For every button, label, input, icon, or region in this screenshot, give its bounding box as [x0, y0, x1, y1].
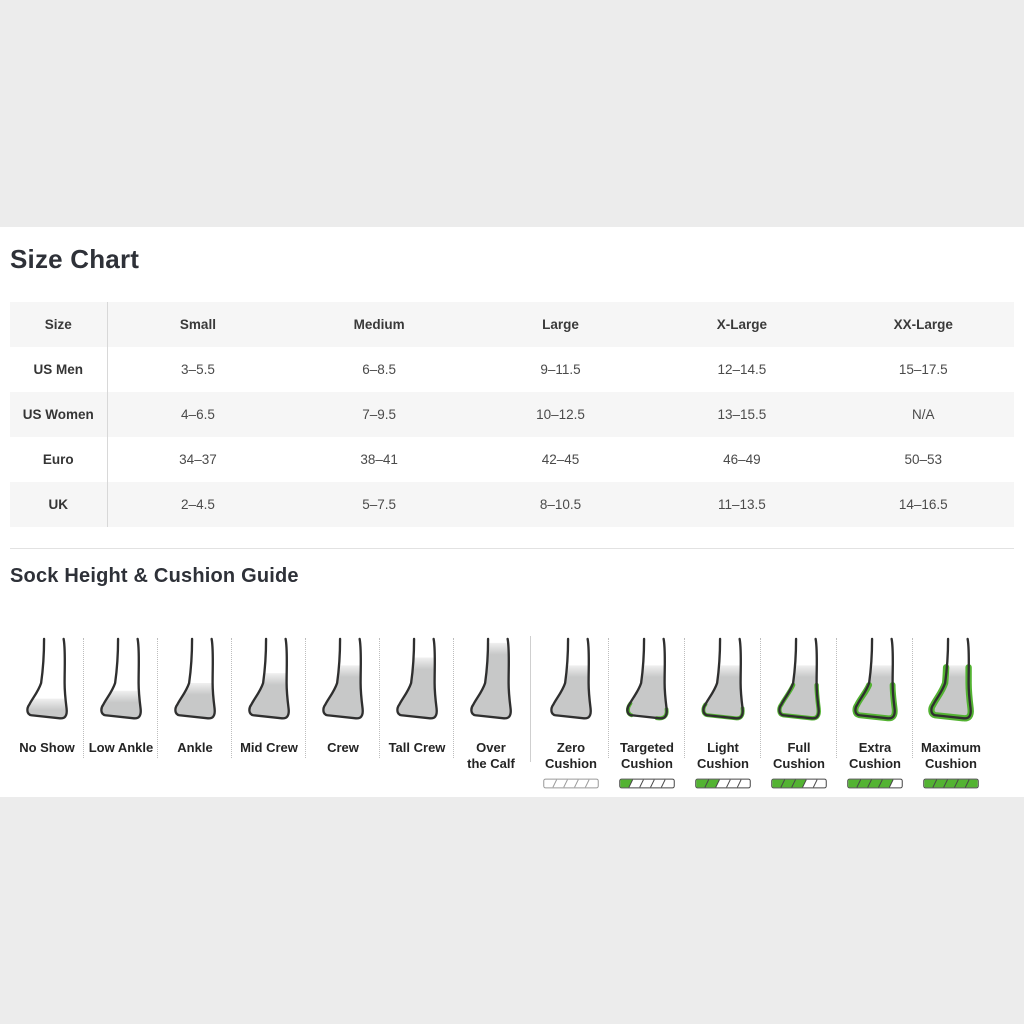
- cushion-level-item: Full Cushion: [761, 636, 837, 789]
- column-header-xx-large: XX-Large: [833, 302, 1014, 347]
- bottom-background-band: [0, 797, 1024, 1024]
- sock-item-label: Over the Calf: [467, 740, 515, 771]
- sock-item-label: Tall Crew: [389, 740, 446, 756]
- size-value-cell: 42–45: [470, 437, 651, 482]
- sock-tall-crew-icon: [390, 636, 444, 731]
- size-value-cell: 8–10.5: [470, 482, 651, 527]
- sock-height-item: Crew: [306, 636, 380, 756]
- sock-crew-icon: [316, 636, 370, 731]
- column-header-size: Size: [10, 302, 107, 347]
- top-background-band: [0, 0, 1024, 227]
- size-value-cell: 4–6.5: [107, 392, 288, 437]
- size-value-cell: 38–41: [288, 437, 469, 482]
- sock-item-label: Maximum Cushion: [921, 740, 981, 771]
- size-value-cell: 7–9.5: [288, 392, 469, 437]
- table-row: US Women4–6.57–9.510–12.513–15.5N/A: [10, 392, 1014, 437]
- row-label: Euro: [10, 437, 107, 482]
- full-cushion-level-bar-icon: [771, 777, 827, 789]
- size-value-cell: 3–5.5: [107, 347, 288, 392]
- sock-item-label: Crew: [327, 740, 359, 756]
- size-chart-title: Size Chart: [10, 227, 1014, 275]
- sock-no-show-icon: [20, 636, 74, 731]
- size-chart-table: SizeSmallMediumLargeX-LargeXX-Large US M…: [10, 302, 1014, 527]
- size-value-cell: 34–37: [107, 437, 288, 482]
- size-value-cell: 2–4.5: [107, 482, 288, 527]
- content-area: Size Chart SizeSmallMediumLargeX-LargeXX…: [0, 227, 1024, 797]
- sock-over-the-calf-icon: [464, 636, 518, 731]
- size-value-cell: 10–12.5: [470, 392, 651, 437]
- sock-height-item: Over the Calf: [454, 636, 528, 771]
- sock-height-item: No Show: [10, 636, 84, 756]
- sock-guide-row: No Show Low Ankle Ankle Mid Crew Crew Tall Cr…: [10, 636, 1014, 789]
- cushion-level-item: Maximum Cushion: [913, 636, 989, 789]
- sock-height-item: Low Ankle: [84, 636, 158, 756]
- sock-low-ankle-icon: [94, 636, 148, 731]
- size-value-cell: N/A: [833, 392, 1014, 437]
- sock-item-label: Mid Crew: [240, 740, 298, 756]
- maximum-cushion-level-bar-icon: [923, 777, 979, 789]
- table-row: Euro34–3738–4142–4546–4950–53: [10, 437, 1014, 482]
- sock-ankle-icon: [168, 636, 222, 731]
- size-value-cell: 6–8.5: [288, 347, 469, 392]
- column-header-large: Large: [470, 302, 651, 347]
- table-row: US Men3–5.56–8.59–11.512–14.515–17.5: [10, 347, 1014, 392]
- size-value-cell: 13–15.5: [651, 392, 832, 437]
- row-label: US Men: [10, 347, 107, 392]
- sock-item-label: Ankle: [177, 740, 212, 756]
- sock-light-cushion-icon: [696, 636, 750, 731]
- sock-height-item: Mid Crew: [232, 636, 306, 756]
- cushion-level-item: Extra Cushion: [837, 636, 913, 789]
- cushion-level-item: Light Cushion: [685, 636, 761, 789]
- guide-title: Sock Height & Cushion Guide: [10, 565, 1014, 588]
- sock-item-label: Low Ankle: [89, 740, 154, 756]
- sock-extra-cushion-icon: [848, 636, 902, 731]
- sock-mid-crew-icon: [242, 636, 296, 731]
- sock-height-item: Tall Crew: [380, 636, 454, 756]
- size-chart-table-head: SizeSmallMediumLargeX-LargeXX-Large: [10, 302, 1014, 347]
- size-value-cell: 14–16.5: [833, 482, 1014, 527]
- row-label: US Women: [10, 392, 107, 437]
- extra-cushion-level-bar-icon: [847, 777, 903, 789]
- size-value-cell: 11–13.5: [651, 482, 832, 527]
- sock-full-cushion-icon: [772, 636, 826, 731]
- sock-height-item: Ankle: [158, 636, 232, 756]
- column-header-small: Small: [107, 302, 288, 347]
- sock-item-label: Extra Cushion: [849, 740, 901, 771]
- cushion-level-item: Targeted Cushion: [609, 636, 685, 789]
- sock-item-label: Light Cushion: [697, 740, 749, 771]
- size-value-cell: 5–7.5: [288, 482, 469, 527]
- sock-zero-cushion-icon: [544, 636, 598, 731]
- zero-cushion-level-bar-icon: [543, 777, 599, 789]
- size-chart-header-row: SizeSmallMediumLargeX-LargeXX-Large: [10, 302, 1014, 347]
- section-divider: [10, 548, 1014, 549]
- sock-item-label: No Show: [19, 740, 75, 756]
- sock-item-label: Zero Cushion: [545, 740, 597, 771]
- row-label: UK: [10, 482, 107, 527]
- size-value-cell: 50–53: [833, 437, 1014, 482]
- sock-maximum-cushion-icon: [924, 636, 978, 731]
- size-chart-table-body: US Men3–5.56–8.59–11.512–14.515–17.5US W…: [10, 347, 1014, 527]
- sock-item-label: Full Cushion: [773, 740, 825, 771]
- size-value-cell: 9–11.5: [470, 347, 651, 392]
- size-value-cell: 15–17.5: [833, 347, 1014, 392]
- sock-item-label: Targeted Cushion: [620, 740, 674, 771]
- size-value-cell: 46–49: [651, 437, 832, 482]
- height-cushion-group-divider: [530, 636, 531, 762]
- targeted-cushion-level-bar-icon: [619, 777, 675, 789]
- column-header-medium: Medium: [288, 302, 469, 347]
- size-value-cell: 12–14.5: [651, 347, 832, 392]
- sock-targeted-cushion-icon: [620, 636, 674, 731]
- cushion-level-item: Zero Cushion: [533, 636, 609, 789]
- light-cushion-level-bar-icon: [695, 777, 751, 789]
- table-row: UK2–4.55–7.58–10.511–13.514–16.5: [10, 482, 1014, 527]
- size-chart-page: Size Chart SizeSmallMediumLargeX-LargeXX…: [0, 0, 1024, 1024]
- column-header-x-large: X-Large: [651, 302, 832, 347]
